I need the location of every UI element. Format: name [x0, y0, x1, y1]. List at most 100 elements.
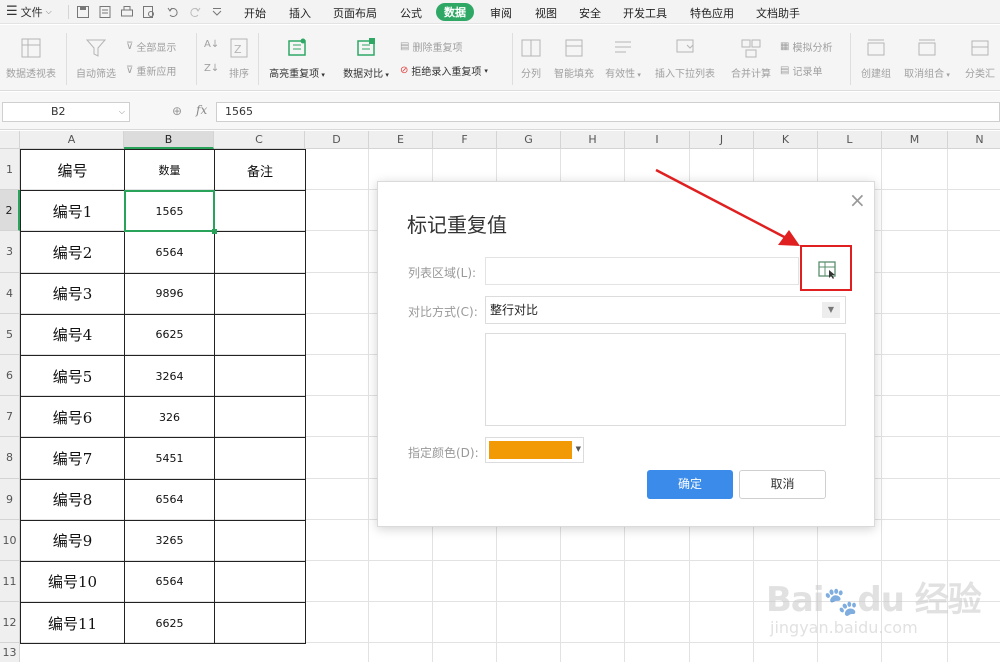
tab-data[interactable]: 数据 [436, 3, 474, 21]
row-header[interactable]: 2 [0, 190, 20, 232]
table-cell[interactable]: 6564 [124, 478, 215, 521]
tab-page-layout[interactable]: 页面布局 [333, 5, 377, 21]
row-header[interactable]: 4 [0, 272, 20, 314]
undo-icon[interactable] [166, 5, 180, 19]
table-cell[interactable]: 编号3 [20, 272, 125, 315]
table-cell[interactable] [214, 272, 306, 315]
table-cell[interactable]: 326 [124, 396, 215, 439]
column-header-j[interactable]: J [690, 131, 754, 149]
function-icon[interactable]: fx [196, 103, 207, 117]
row-header[interactable]: 5 [0, 313, 20, 355]
sort-ascending-icon[interactable]: A↓ [204, 39, 219, 50]
row-header[interactable]: 10 [0, 519, 20, 561]
tab-insert[interactable]: 插入 [289, 5, 311, 21]
table-cell[interactable] [214, 602, 306, 645]
tab-formulas[interactable]: 公式 [400, 5, 422, 21]
row-header[interactable]: 13 [0, 643, 20, 662]
table-cell[interactable]: 编号1 [20, 190, 125, 233]
subtotal-button[interactable]: 分类汇 [960, 37, 1000, 80]
table-cell[interactable]: 编号11 [20, 602, 125, 645]
column-header-f[interactable]: F [433, 131, 497, 149]
simulate-analysis-button[interactable]: ▦ 模拟分析 [780, 39, 832, 54]
table-header-cell[interactable]: 备注 [214, 148, 306, 192]
column-list-box[interactable] [485, 333, 846, 426]
zoom-icon[interactable]: ⊕ [172, 104, 182, 118]
table-header-cell[interactable]: 数量 [124, 148, 215, 192]
tab-security[interactable]: 安全 [579, 5, 601, 21]
table-cell[interactable]: 编号10 [20, 560, 125, 604]
data-compare-button[interactable]: 数据对比 ▾ [338, 37, 394, 80]
row-header[interactable]: 7 [0, 396, 20, 438]
row-header[interactable]: 3 [0, 231, 20, 273]
record-sheet-button[interactable]: ▤ 记录单 [780, 63, 822, 78]
pivot-table-button[interactable]: 数据透视表 [2, 37, 60, 80]
color-picker[interactable]: ▼ [485, 437, 584, 463]
tab-special[interactable]: 特色应用 [690, 5, 734, 21]
show-all-button[interactable]: ⊽ 全部显示 [126, 39, 176, 54]
split-button[interactable]: 分列 [516, 37, 546, 80]
quick-access-dropdown-icon[interactable] [210, 5, 224, 19]
tab-doc-assistant[interactable]: 文档助手 [756, 5, 800, 21]
ok-button[interactable]: 确定 [647, 470, 733, 499]
column-header-b[interactable]: B [124, 131, 214, 149]
column-header-n[interactable]: N [948, 131, 1000, 149]
table-cell[interactable]: 3264 [124, 354, 215, 398]
compare-mode-select[interactable]: 整行对比 ▼ [485, 296, 846, 324]
highlight-duplicates-button[interactable]: 高亮重复项 ▾ [264, 37, 330, 80]
table-cell[interactable] [214, 190, 306, 233]
table-cell[interactable]: 编号5 [20, 354, 125, 398]
table-cell[interactable]: 编号2 [20, 231, 125, 274]
table-cell[interactable]: 5451 [124, 437, 215, 480]
name-box[interactable]: B2 ⌵ [2, 102, 130, 122]
table-cell[interactable]: 编号7 [20, 437, 125, 480]
table-cell[interactable] [214, 313, 306, 356]
save-icon[interactable] [76, 5, 90, 19]
table-cell[interactable]: 编号6 [20, 396, 125, 439]
reapply-button[interactable]: ⊽ 重新应用 [126, 63, 176, 78]
table-cell[interactable] [214, 231, 306, 274]
validity-button[interactable]: 有效性 ▾ [602, 37, 644, 80]
column-header-m[interactable]: M [882, 131, 948, 149]
tab-home[interactable]: 开始 [244, 5, 266, 21]
column-header-d[interactable]: D [305, 131, 369, 149]
file-menu[interactable]: ☰ 文件 ⌵ [6, 4, 52, 20]
column-header-i[interactable]: I [625, 131, 690, 149]
print-icon[interactable] [120, 5, 134, 19]
ungroup-button[interactable]: 取消组合 ▾ [902, 37, 952, 80]
row-header[interactable]: 8 [0, 437, 20, 479]
cancel-button[interactable]: 取消 [739, 470, 826, 499]
column-header-a[interactable]: A [20, 131, 124, 149]
table-cell[interactable]: 编号4 [20, 313, 125, 356]
table-cell[interactable]: 3265 [124, 519, 215, 562]
redo-icon[interactable] [188, 5, 202, 19]
table-cell[interactable]: 编号8 [20, 478, 125, 521]
table-cell[interactable] [214, 437, 306, 480]
column-header-h[interactable]: H [561, 131, 625, 149]
table-cell[interactable]: 编号9 [20, 519, 125, 562]
row-header[interactable]: 1 [0, 149, 20, 191]
column-header-l[interactable]: L [818, 131, 882, 149]
row-header[interactable]: 11 [0, 561, 20, 603]
table-cell[interactable]: 6625 [124, 602, 215, 645]
table-cell[interactable] [214, 354, 306, 398]
column-header-g[interactable]: G [497, 131, 561, 149]
range-picker-button[interactable] [800, 245, 852, 291]
table-cell[interactable]: 6564 [124, 560, 215, 604]
autofilter-button[interactable]: 自动筛选 [72, 37, 120, 80]
formula-input[interactable]: 1565 [216, 102, 1000, 122]
table-cell[interactable]: 6564 [124, 231, 215, 274]
table-cell[interactable] [214, 396, 306, 439]
close-icon[interactable]: × [849, 190, 866, 210]
table-cell[interactable]: 1565 [124, 190, 215, 233]
table-header-cell[interactable]: 编号 [20, 148, 125, 192]
row-header[interactable]: 9 [0, 478, 20, 520]
tab-developer[interactable]: 开发工具 [623, 5, 667, 21]
table-cell[interactable]: 9896 [124, 272, 215, 315]
column-header-k[interactable]: K [754, 131, 818, 149]
sort-button[interactable]: Z 排序 [226, 37, 252, 80]
export-icon[interactable] [98, 5, 112, 19]
create-group-button[interactable]: 创建组 [856, 37, 896, 80]
row-header[interactable]: 12 [0, 602, 20, 644]
sort-descending-icon[interactable]: Z↓ [204, 63, 219, 74]
print-preview-icon[interactable] [142, 5, 156, 19]
